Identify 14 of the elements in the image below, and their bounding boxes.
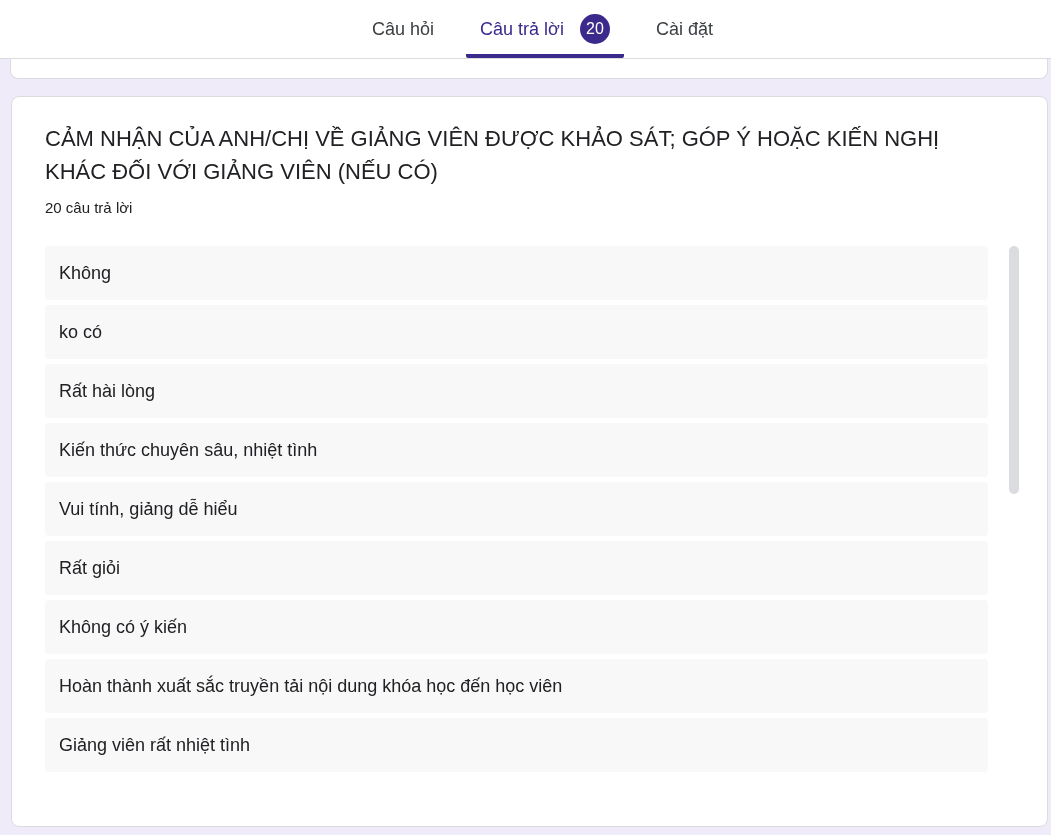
response-item: Vui tính, giảng dễ hiểu — [45, 482, 988, 536]
tab[interactable]: Cài đặt — [641, 0, 727, 58]
response-item: Rất hài lòng — [45, 364, 988, 418]
response-item: Không — [45, 246, 988, 300]
response-item: Không có ý kiến — [45, 600, 988, 654]
response-item: ko có — [45, 305, 988, 359]
response-item: Hoàn thành xuất sắc truyền tải nội dung khóa học đến học viên — [45, 659, 988, 713]
response-item: Giảng viên rất nhiệt tình — [45, 718, 988, 772]
response-item: Kiến thức chuyên sâu, nhiệt tình — [45, 423, 988, 477]
response-count: 20 câu trả lời — [45, 199, 134, 216]
response-item: Rất giỏi — [45, 541, 988, 595]
tab[interactable]: Câu hỏi — [358, 0, 449, 58]
question-title: CẢM NHẬN CỦA ANH/CHỊ VỀ GIẢNG VIÊN ĐƯỢC KHẢO SÁT; GÓP Ý HOẶC KIẾN NGHỊ KHÁC ĐỐI VỚI GIẢNG VIÊN (NẾU CÓ) — [45, 125, 941, 186]
scrollbar-thumb[interactable] — [1009, 246, 1019, 494]
